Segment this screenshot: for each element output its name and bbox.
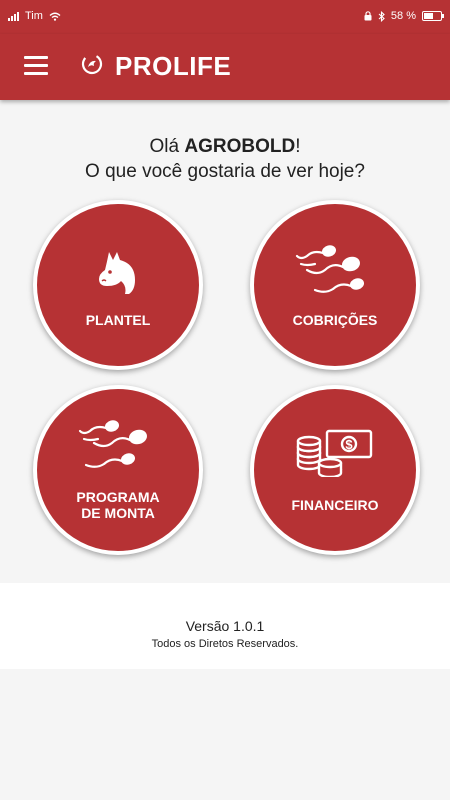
cobricoes-label: COBRIÇÕES	[292, 312, 378, 328]
cobricoes-button[interactable]: COBRIÇÕES	[250, 200, 420, 370]
status-bar-left: Tim	[8, 10, 61, 22]
svg-text:$: $	[345, 437, 353, 452]
status-bar-right: 58 %	[364, 10, 444, 22]
greeting-question: O que você gostaria de ver hoje?	[85, 161, 365, 182]
plantel-button[interactable]: PLANTEL	[33, 200, 203, 370]
financeiro-button[interactable]: $ FINANCEIRO	[250, 385, 420, 555]
sperm-icon	[295, 245, 365, 293]
rights-text: Todos os Diretos Reservados.	[151, 638, 299, 650]
version-text: Versão 1.0.1	[185, 618, 265, 634]
financeiro-label: FINANCEIRO	[291, 497, 379, 513]
battery-percent: 58 %	[390, 10, 416, 22]
greeting-line: Olá AGROBOLD!	[0, 134, 450, 159]
programa-de-monta-button[interactable]: PROGRAMA DE MONTA	[33, 385, 203, 555]
plantel-label: PLANTEL	[85, 312, 151, 328]
hamburger-menu-icon[interactable]	[24, 56, 48, 76]
battery-fill	[424, 13, 434, 19]
greeting: Olá AGROBOLD! O que você gostaria de ver…	[0, 134, 450, 184]
user-name: AGROBOLD	[184, 136, 296, 157]
money-icon: $	[296, 429, 373, 477]
wifi-icon	[49, 12, 61, 21]
sperm-icon	[78, 420, 147, 468]
greeting-suffix: !	[295, 136, 301, 157]
bluetooth-icon	[378, 10, 385, 22]
status-bar: Tim 58 %	[0, 0, 450, 34]
app-title: PROLIFE	[115, 51, 232, 81]
greeting-prefix: Olá	[149, 136, 185, 157]
signal-icon	[8, 11, 19, 21]
footer: Versão 1.0.1 Todos os Diretos Reservados…	[0, 583, 450, 669]
battery-icon	[422, 11, 444, 21]
programa-de-monta-label: PROGRAMA DE MONTA	[76, 489, 160, 521]
horse-head-icon	[99, 252, 135, 294]
app-bar: PROLIFE	[0, 34, 450, 100]
lock-icon	[364, 11, 372, 21]
prolife-logo-icon	[81, 53, 103, 75]
carrier-label: Tim	[25, 10, 43, 22]
